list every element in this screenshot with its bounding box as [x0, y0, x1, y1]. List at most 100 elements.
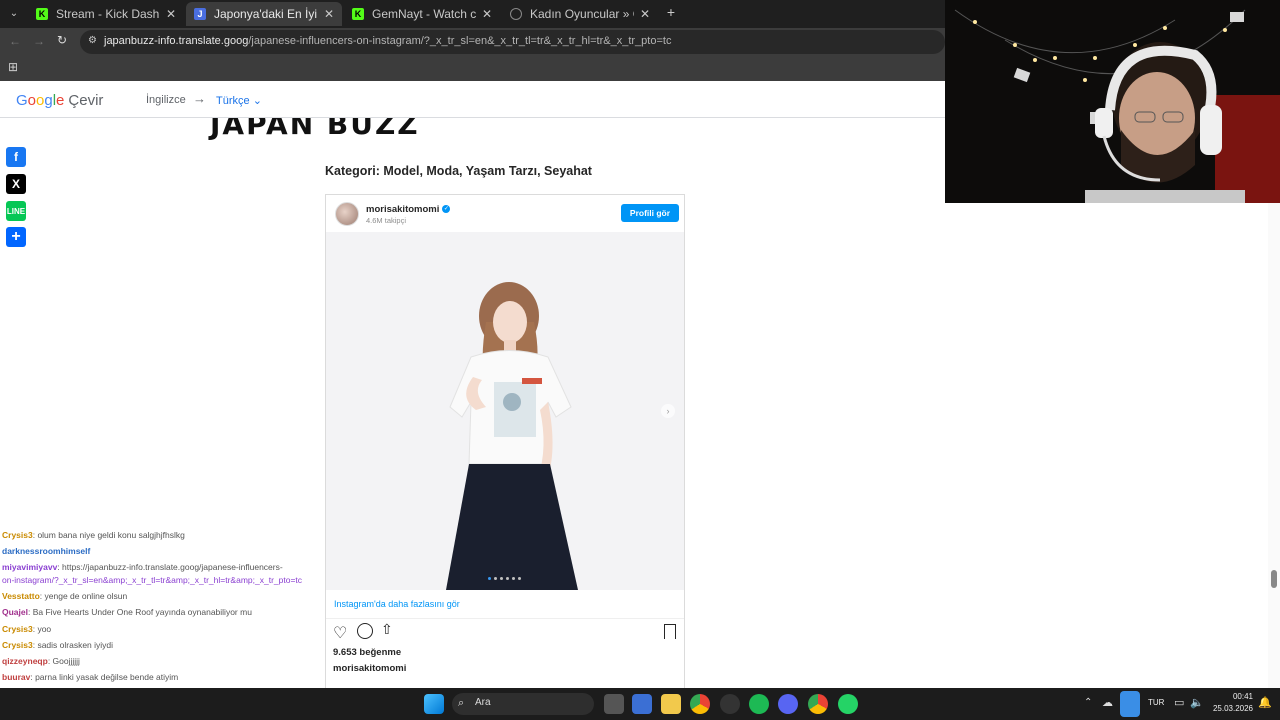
- google-translate-logo[interactable]: Google Çevir: [16, 92, 103, 109]
- comment-icon[interactable]: [357, 623, 373, 639]
- tab-gemnayt-clips[interactable]: K GemNayt - Watch clips on Kick ✕: [344, 2, 500, 26]
- verified-icon: ✓: [442, 205, 451, 214]
- input-language[interactable]: TUR: [1148, 698, 1164, 707]
- chat-text: on-instagram/?_x_tr_sl=en&amp;_x_tr_tl=t…: [2, 575, 303, 585]
- divider: [326, 618, 684, 619]
- forward-icon[interactable]: →: [33, 34, 45, 48]
- kick-favicon-icon: K: [36, 8, 48, 20]
- reload-icon[interactable]: ↻: [57, 33, 67, 47]
- task-view-icon[interactable]: [604, 694, 624, 714]
- chrome-icon[interactable]: [690, 694, 710, 714]
- tab-close-icon[interactable]: ✕: [166, 7, 176, 21]
- discord-icon[interactable]: [778, 694, 798, 714]
- instagram-username[interactable]: morisakitomomi ✓: [366, 204, 451, 215]
- onedrive-icon[interactable]: ☁: [1102, 696, 1113, 709]
- share-icon[interactable]: +: [6, 227, 26, 247]
- chat-text: : olum bana niye geldi konu salgjhjfhslk…: [32, 530, 185, 540]
- bookmarks-bar: ⊞: [0, 56, 945, 81]
- clock-date[interactable]: 25.03.2026: [1203, 704, 1253, 713]
- chat-message: miyavimiyavv: https://japanbuzz-info.tra…: [2, 562, 283, 572]
- tab-japanbuzz[interactable]: J Japonya'daki En İyi 20 Instagram ✕: [186, 2, 342, 26]
- taskbar: ⌕ Ara ⌃ ☁ TUR ▭ 🔈 00:41 25.03.2026 🔔: [0, 688, 1280, 720]
- view-profile-button[interactable]: Profili gör: [621, 204, 679, 222]
- facebook-share-icon[interactable]: f: [6, 147, 26, 167]
- file-explorer-icon[interactable]: [661, 694, 681, 714]
- instagram-embed: morisakitomomi ✓ 4.6M takipçi Profili gör: [325, 194, 685, 688]
- clock-time[interactable]: 00:41: [1213, 692, 1253, 701]
- post-image[interactable]: ›: [326, 232, 684, 590]
- url-host: japanbuzz-info.translate.goog: [104, 35, 249, 47]
- apps-grid-icon[interactable]: ⊞: [8, 60, 18, 74]
- tab-search-button[interactable]: ⌄: [6, 6, 22, 22]
- source-language[interactable]: İngilizce: [146, 94, 186, 106]
- search-label: Ara: [475, 697, 491, 708]
- address-bar[interactable]: ⚙ japanbuzz-info.translate.goog/japanese…: [80, 30, 945, 54]
- chat-username[interactable]: qizzeyneqp: [2, 656, 48, 666]
- chat-message: buurav: parna linki yasak değilse bende …: [2, 672, 178, 682]
- carousel-dot: [506, 577, 509, 580]
- chat-username[interactable]: Crysis3: [2, 624, 33, 634]
- target-language: Türkçe: [216, 95, 250, 107]
- caption-username[interactable]: morisakitomomi: [333, 663, 406, 674]
- store-icon[interactable]: [632, 694, 652, 714]
- globe-favicon-icon: [510, 8, 522, 20]
- tab-kadin-oyuncular[interactable]: Kadın Oyuncular » Güney Kore ✕: [502, 2, 658, 26]
- tab-title: Stream - Kick Dashboard: [56, 7, 160, 21]
- spotify-icon[interactable]: [749, 694, 769, 714]
- volume-icon[interactable]: 🔈: [1190, 696, 1204, 709]
- chat-username[interactable]: Quajel: [2, 607, 28, 617]
- chevron-down-icon: ⌄: [252, 95, 262, 107]
- new-tab-button[interactable]: +: [664, 5, 678, 19]
- scrollbar-thumb[interactable]: [1271, 570, 1277, 588]
- tab-kick-dashboard[interactable]: K Stream - Kick Dashboard ✕: [28, 2, 184, 26]
- webcam-scene-illustration: [945, 0, 1280, 203]
- network-icon[interactable]: ▭: [1174, 696, 1184, 709]
- chat-message: darknessroomhimself: [2, 546, 90, 556]
- view-more-on-instagram-link[interactable]: Instagram'da daha fazlasını gör: [334, 599, 460, 609]
- target-language-dropdown[interactable]: Türkçe ⌄: [216, 94, 262, 107]
- search-icon: ⌕: [458, 697, 465, 709]
- windows-start-icon[interactable]: [424, 694, 444, 714]
- tray-overflow-icon[interactable]: ⌃: [1084, 697, 1092, 708]
- share-post-icon[interactable]: ⇧: [381, 621, 393, 638]
- chat-message: Vesstatto: yenge de online olsun: [2, 591, 127, 601]
- taskbar-search-box[interactable]: ⌕: [452, 693, 594, 715]
- carousel-dot: [512, 577, 515, 580]
- tab-close-icon[interactable]: ✕: [324, 7, 334, 21]
- site-logo[interactable]: JAPAN BUZZ: [210, 118, 420, 141]
- notifications-icon[interactable]: 🔔: [1258, 696, 1272, 709]
- tab-close-icon[interactable]: ✕: [482, 7, 492, 21]
- line-share-icon[interactable]: LINE: [6, 201, 26, 221]
- chrome-active-icon[interactable]: [808, 694, 828, 714]
- back-icon[interactable]: ←: [9, 34, 21, 48]
- whatsapp-icon[interactable]: [838, 694, 858, 714]
- carousel-dot: [500, 577, 503, 580]
- tab-close-icon[interactable]: ✕: [640, 7, 650, 21]
- url-path: /japanese-influencers-on-instagram/?_x_t…: [248, 35, 672, 47]
- x-share-icon[interactable]: X: [6, 174, 26, 194]
- chat-username[interactable]: Crysis3: [2, 640, 33, 650]
- site-info-icon[interactable]: ⚙: [88, 35, 97, 46]
- chat-text: : yoo: [32, 624, 52, 634]
- page-scrollbar[interactable]: [1268, 118, 1280, 688]
- woman-photo-illustration: [326, 232, 684, 590]
- chat-username[interactable]: Vesstatto: [2, 591, 40, 601]
- bookmark-icon[interactable]: [664, 624, 676, 639]
- tab-title: Japonya'daki En İyi 20 Instagram: [214, 7, 318, 21]
- chat-username[interactable]: Crysis3: [2, 530, 33, 540]
- kick-favicon-icon: K: [352, 8, 364, 20]
- chat-username[interactable]: miyavimiyavv: [2, 562, 57, 572]
- obs-icon[interactable]: [720, 694, 740, 714]
- microphone-icon[interactable]: [1120, 691, 1140, 717]
- arrow-right-icon: →: [193, 91, 206, 106]
- carousel-dot: [488, 577, 491, 580]
- chat-text: : Ba Five Hearts Under One Roof yayında …: [27, 607, 252, 617]
- chat-username[interactable]: buurav: [2, 672, 30, 682]
- chat-message: Crysis3: yoo: [2, 624, 51, 634]
- category-heading: Kategori: Model, Moda, Yaşam Tarzı, Seya…: [325, 164, 592, 178]
- chat-username[interactable]: darknessroomhimself: [2, 546, 90, 556]
- browser-toolbar: ← → ↻ ⚙ japanbuzz-info.translate.goog/ja…: [0, 28, 945, 56]
- avatar[interactable]: [335, 202, 359, 226]
- chat-message: Quajel: Ba Five Hearts Under One Roof ya…: [2, 607, 252, 617]
- carousel-next-icon[interactable]: ›: [661, 404, 675, 418]
